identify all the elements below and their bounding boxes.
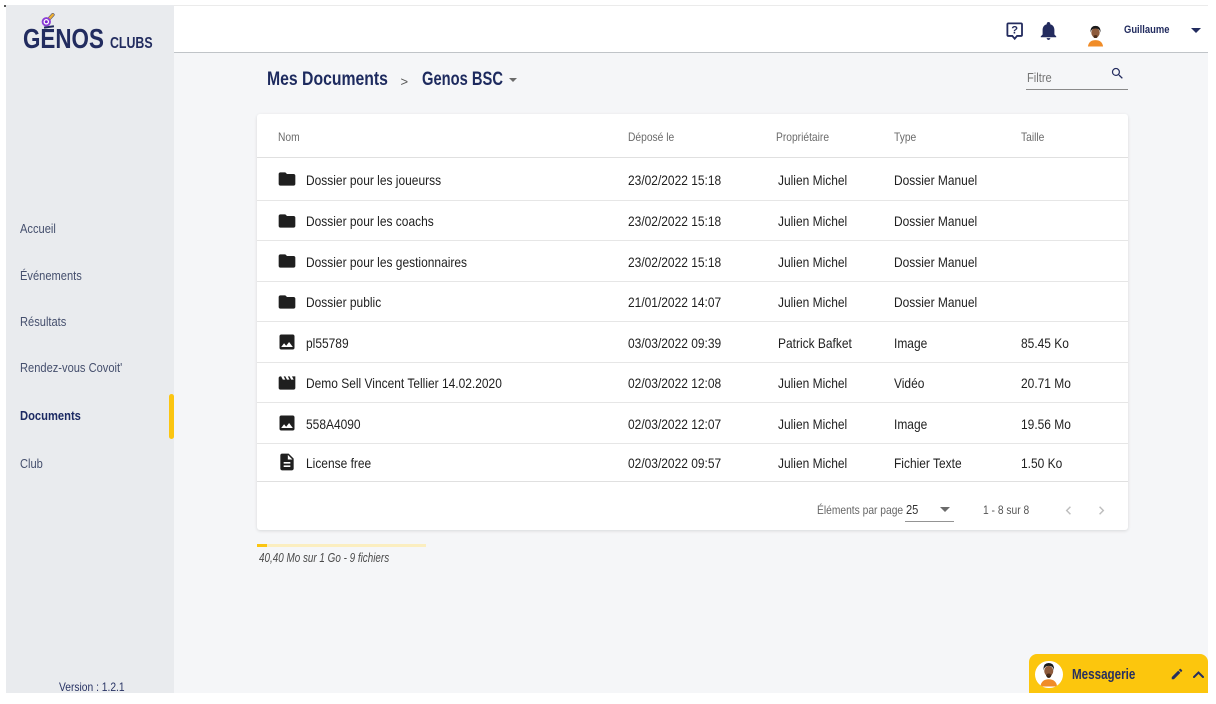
svg-text:?: ? xyxy=(1011,25,1018,37)
